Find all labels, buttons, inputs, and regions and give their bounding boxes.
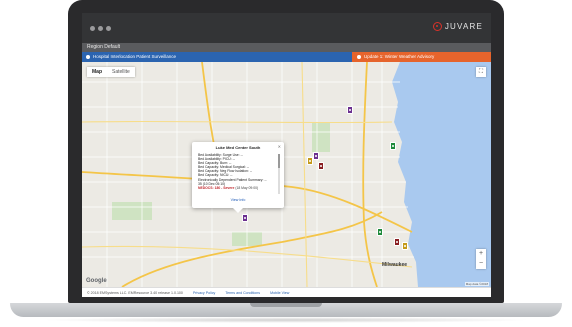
brand-name: JUVARE — [444, 22, 483, 31]
city-label: Milwaukee — [382, 262, 408, 268]
nedocs-status: NEDOCS: 180 - Severe (18 May 09:00) — [198, 186, 280, 190]
google-logo: Google — [86, 278, 107, 284]
zoom-out-button[interactable]: − — [476, 259, 486, 269]
juvare-logo-icon — [432, 22, 442, 31]
laptop-shadow — [40, 317, 532, 323]
laptop-screen: JUVARE Region Default Hospital Interloca… — [82, 13, 491, 297]
map-view[interactable]: Milwaukee Map Satellite ⛶ + − Luke Med C… — [82, 62, 491, 287]
hospital-marker[interactable] — [377, 228, 383, 236]
region-selector[interactable]: Region Default — [82, 43, 491, 52]
window-dot-icon[interactable] — [98, 25, 103, 31]
map-type-toggle: Map Satellite — [87, 67, 135, 77]
terms-link[interactable]: Terms and Conditions — [225, 291, 260, 295]
hospital-marker[interactable] — [307, 157, 313, 165]
privacy-policy-link[interactable]: Privacy Policy — [193, 291, 215, 295]
satellite-toggle-button[interactable]: Satellite — [107, 67, 135, 77]
tab-weather-label: Update 1: Winter Weather Advisory — [364, 54, 435, 59]
tab-surveillance[interactable]: Hospital Interlocation Patient Surveilla… — [82, 52, 352, 62]
hospital-marker[interactable] — [394, 238, 400, 246]
tab-surveillance-label: Hospital Interlocation Patient Surveilla… — [93, 54, 177, 59]
window-dot-icon[interactable] — [90, 25, 95, 31]
nedocs-label: NEDOCS: 180 - Severe — [198, 185, 235, 190]
mobile-view-link[interactable]: Mobile View — [270, 291, 289, 295]
footer-links: Privacy Policy Terms and Conditions Mobi… — [193, 291, 299, 295]
window-dot-icon[interactable] — [106, 25, 111, 31]
info-scrollbar[interactable] — [278, 154, 280, 194]
view-info-link[interactable]: View Info — [192, 198, 284, 202]
hospital-marker[interactable] — [318, 162, 324, 170]
hospital-marker[interactable] — [402, 242, 408, 250]
hospital-marker[interactable] — [390, 142, 396, 150]
hospital-marker[interactable] — [242, 214, 248, 222]
event-tabs: Hospital Interlocation Patient Surveilla… — [82, 52, 491, 62]
zoom-control: + − — [476, 249, 486, 269]
close-icon[interactable]: ✕ — [278, 144, 281, 149]
nedocs-date: (18 May 09:00) — [235, 185, 259, 190]
park-area — [112, 202, 152, 220]
page-footer: © 2018 EMSystems LLC. EMResource 3.40 re… — [82, 287, 491, 297]
map-toggle-button[interactable]: Map — [87, 67, 107, 77]
app-titlebar: JUVARE — [82, 13, 491, 43]
zoom-in-button[interactable]: + — [476, 249, 486, 259]
map-canvas — [82, 62, 491, 287]
alert-icon — [357, 54, 361, 59]
tab-weather-advisory[interactable]: Update 1: Winter Weather Advisory — [352, 52, 491, 62]
copyright-text: © 2018 EMSystems LLC. EMResource 3.40 re… — [87, 290, 183, 295]
hospital-marker[interactable] — [347, 106, 353, 114]
park-area — [312, 122, 330, 152]
info-icon — [86, 54, 90, 59]
laptop-notch — [250, 303, 322, 307]
map-attribution: Map data ©2018 — [464, 282, 489, 286]
info-window-body: Bed Availability: Surge Use: -- Bed Avai… — [192, 150, 284, 197]
hospital-marker[interactable] — [313, 152, 319, 160]
info-window-title: Luke Med Center South — [215, 145, 261, 150]
hospital-info-window: Luke Med Center South ✕ Bed Availability… — [192, 142, 284, 213]
brand-logo: JUVARE — [432, 22, 483, 31]
fullscreen-icon[interactable]: ⛶ — [476, 67, 486, 77]
